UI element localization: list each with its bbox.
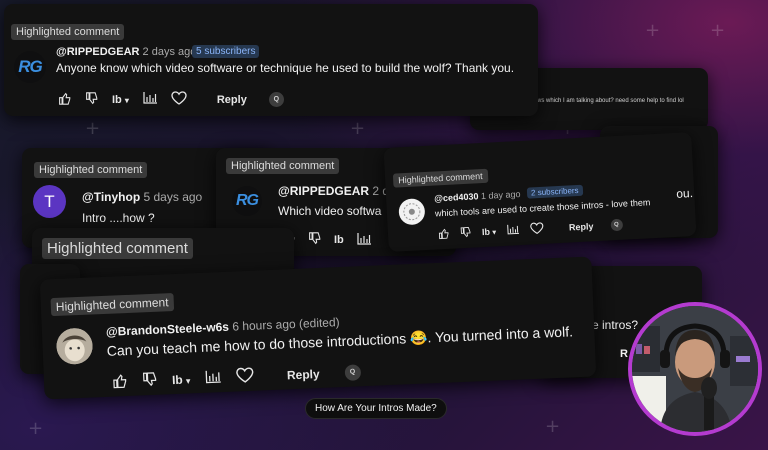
bg-plus-mark: + — [350, 118, 366, 139]
overflow-text: ou. — [675, 186, 694, 201]
reply-button[interactable]: Reply — [287, 366, 320, 381]
highlighted-comment-badge: Highlighted comment — [50, 293, 174, 317]
dislike-count: Ib ▾ — [481, 226, 497, 238]
comment-actions: Ib ▾ Reply Q — [58, 91, 284, 108]
dislike-icon[interactable] — [460, 226, 472, 240]
bg-plus-mark: + — [710, 20, 726, 41]
comment-text: Which video softwa — [278, 204, 382, 218]
comment-text: ...ws which I am talking about? need som… — [532, 98, 684, 104]
comment-card-brandonsteele: Highlighted comment @BrandonSteele-w6s 6… — [39, 256, 597, 400]
avatar — [398, 198, 426, 226]
comment-text: Intro ....how ? — [82, 211, 155, 225]
bar-chart-icon[interactable] — [143, 92, 157, 107]
author-handle[interactable]: @RIPPEDGEAR — [56, 46, 139, 58]
author-handle[interactable]: @RIPPEDGEAR — [278, 184, 369, 198]
rg-logo: RG — [236, 192, 259, 209]
bg-plus-mark: + — [28, 418, 44, 439]
highlighted-comment-badge: Highlighted comment — [11, 24, 125, 40]
comment-text-part: . You turned into a wolf. — [427, 323, 574, 346]
subscriber-badge: 2 subscribers — [526, 184, 583, 199]
q-icon[interactable]: Q — [268, 92, 284, 107]
dislike-count: Ib ▾ — [171, 372, 191, 387]
comment-actions: Ib ▾ Reply Q — [112, 362, 361, 391]
highlighted-comment-badge: Highlighted comment — [42, 238, 193, 259]
highlighted-comment-badge: Highlighted comment — [34, 162, 148, 178]
bar-chart-icon[interactable] — [507, 224, 520, 237]
like-icon[interactable] — [112, 373, 128, 392]
q-icon[interactable]: Q — [344, 363, 361, 381]
comment-author[interactable]: @Tinyhop 5 days ago — [82, 190, 202, 204]
comment-text: Anyone know which video software or tech… — [56, 61, 515, 75]
dislike-count: Ib ▾ — [112, 93, 129, 106]
avatar: RG — [232, 186, 262, 216]
author-handle[interactable]: @BrandonSteele-w6s — [106, 320, 230, 339]
comment-card-ced4030: Highlighted comment @ced4030 1 day ago 2… — [383, 132, 697, 252]
avatar: T — [33, 185, 66, 218]
rg-logo: RG — [18, 57, 42, 76]
avatar-letter: T — [44, 191, 55, 211]
comment-author[interactable]: @RIPPEDGEAR 2 d — [278, 184, 389, 198]
bar-chart-icon[interactable] — [205, 370, 222, 387]
video-caption: How Are Your Intros Made? — [305, 398, 447, 419]
comment-card-rippedgear-top: Highlighted comment RG @RIPPEDGEAR 2 day… — [4, 4, 538, 116]
comment-actions: Ib ▾ Reply Q — [438, 218, 623, 242]
q-icon[interactable]: Q — [610, 218, 623, 232]
bg-plus-mark: + — [645, 20, 661, 41]
author-handle[interactable]: @Tinyhop — [82, 190, 140, 204]
bg-plus-mark: + — [545, 416, 561, 437]
comment-text: e intros? — [592, 318, 639, 332]
author-handle[interactable]: @ced4030 — [434, 191, 479, 203]
like-icon[interactable] — [438, 227, 450, 241]
heart-icon[interactable] — [530, 222, 545, 237]
avatar — [55, 327, 94, 365]
webcam-overlay — [628, 302, 762, 436]
comment-time: 1 day ago — [480, 189, 521, 202]
laughing-emoji: 😂 — [409, 329, 428, 347]
comment-time: 5 days ago — [143, 190, 203, 204]
comment-actions: Ib — [282, 232, 371, 248]
like-icon[interactable] — [58, 92, 71, 108]
comment-time: 2 days ago — [142, 46, 197, 58]
dislike-count: Ib — [334, 234, 344, 246]
highlighted-comment-badge: Highlighted comment — [392, 168, 488, 188]
bg-plus-mark: + — [85, 118, 101, 139]
dislike-icon[interactable] — [142, 371, 158, 390]
comment-author[interactable]: @RIPPEDGEAR 2 days ago — [56, 46, 196, 58]
presenter-video — [632, 306, 758, 432]
avatar: RG — [14, 51, 46, 83]
dislike-icon[interactable] — [308, 232, 321, 248]
heart-icon[interactable] — [171, 91, 187, 108]
bar-chart-icon[interactable] — [357, 232, 371, 248]
highlighted-comment-badge: Highlighted comment — [226, 158, 340, 174]
heart-icon[interactable] — [236, 367, 255, 387]
comment-time: 6 hours ago (edited) — [231, 315, 340, 334]
reply-button[interactable]: R — [620, 348, 628, 360]
comment-author[interactable]: @ced4030 1 day ago — [434, 189, 521, 204]
reply-button[interactable]: Reply — [569, 221, 594, 232]
reply-button[interactable]: Reply — [217, 94, 247, 106]
dislike-icon[interactable] — [85, 91, 98, 108]
subscriber-badge: 5 subscribers — [192, 45, 260, 58]
